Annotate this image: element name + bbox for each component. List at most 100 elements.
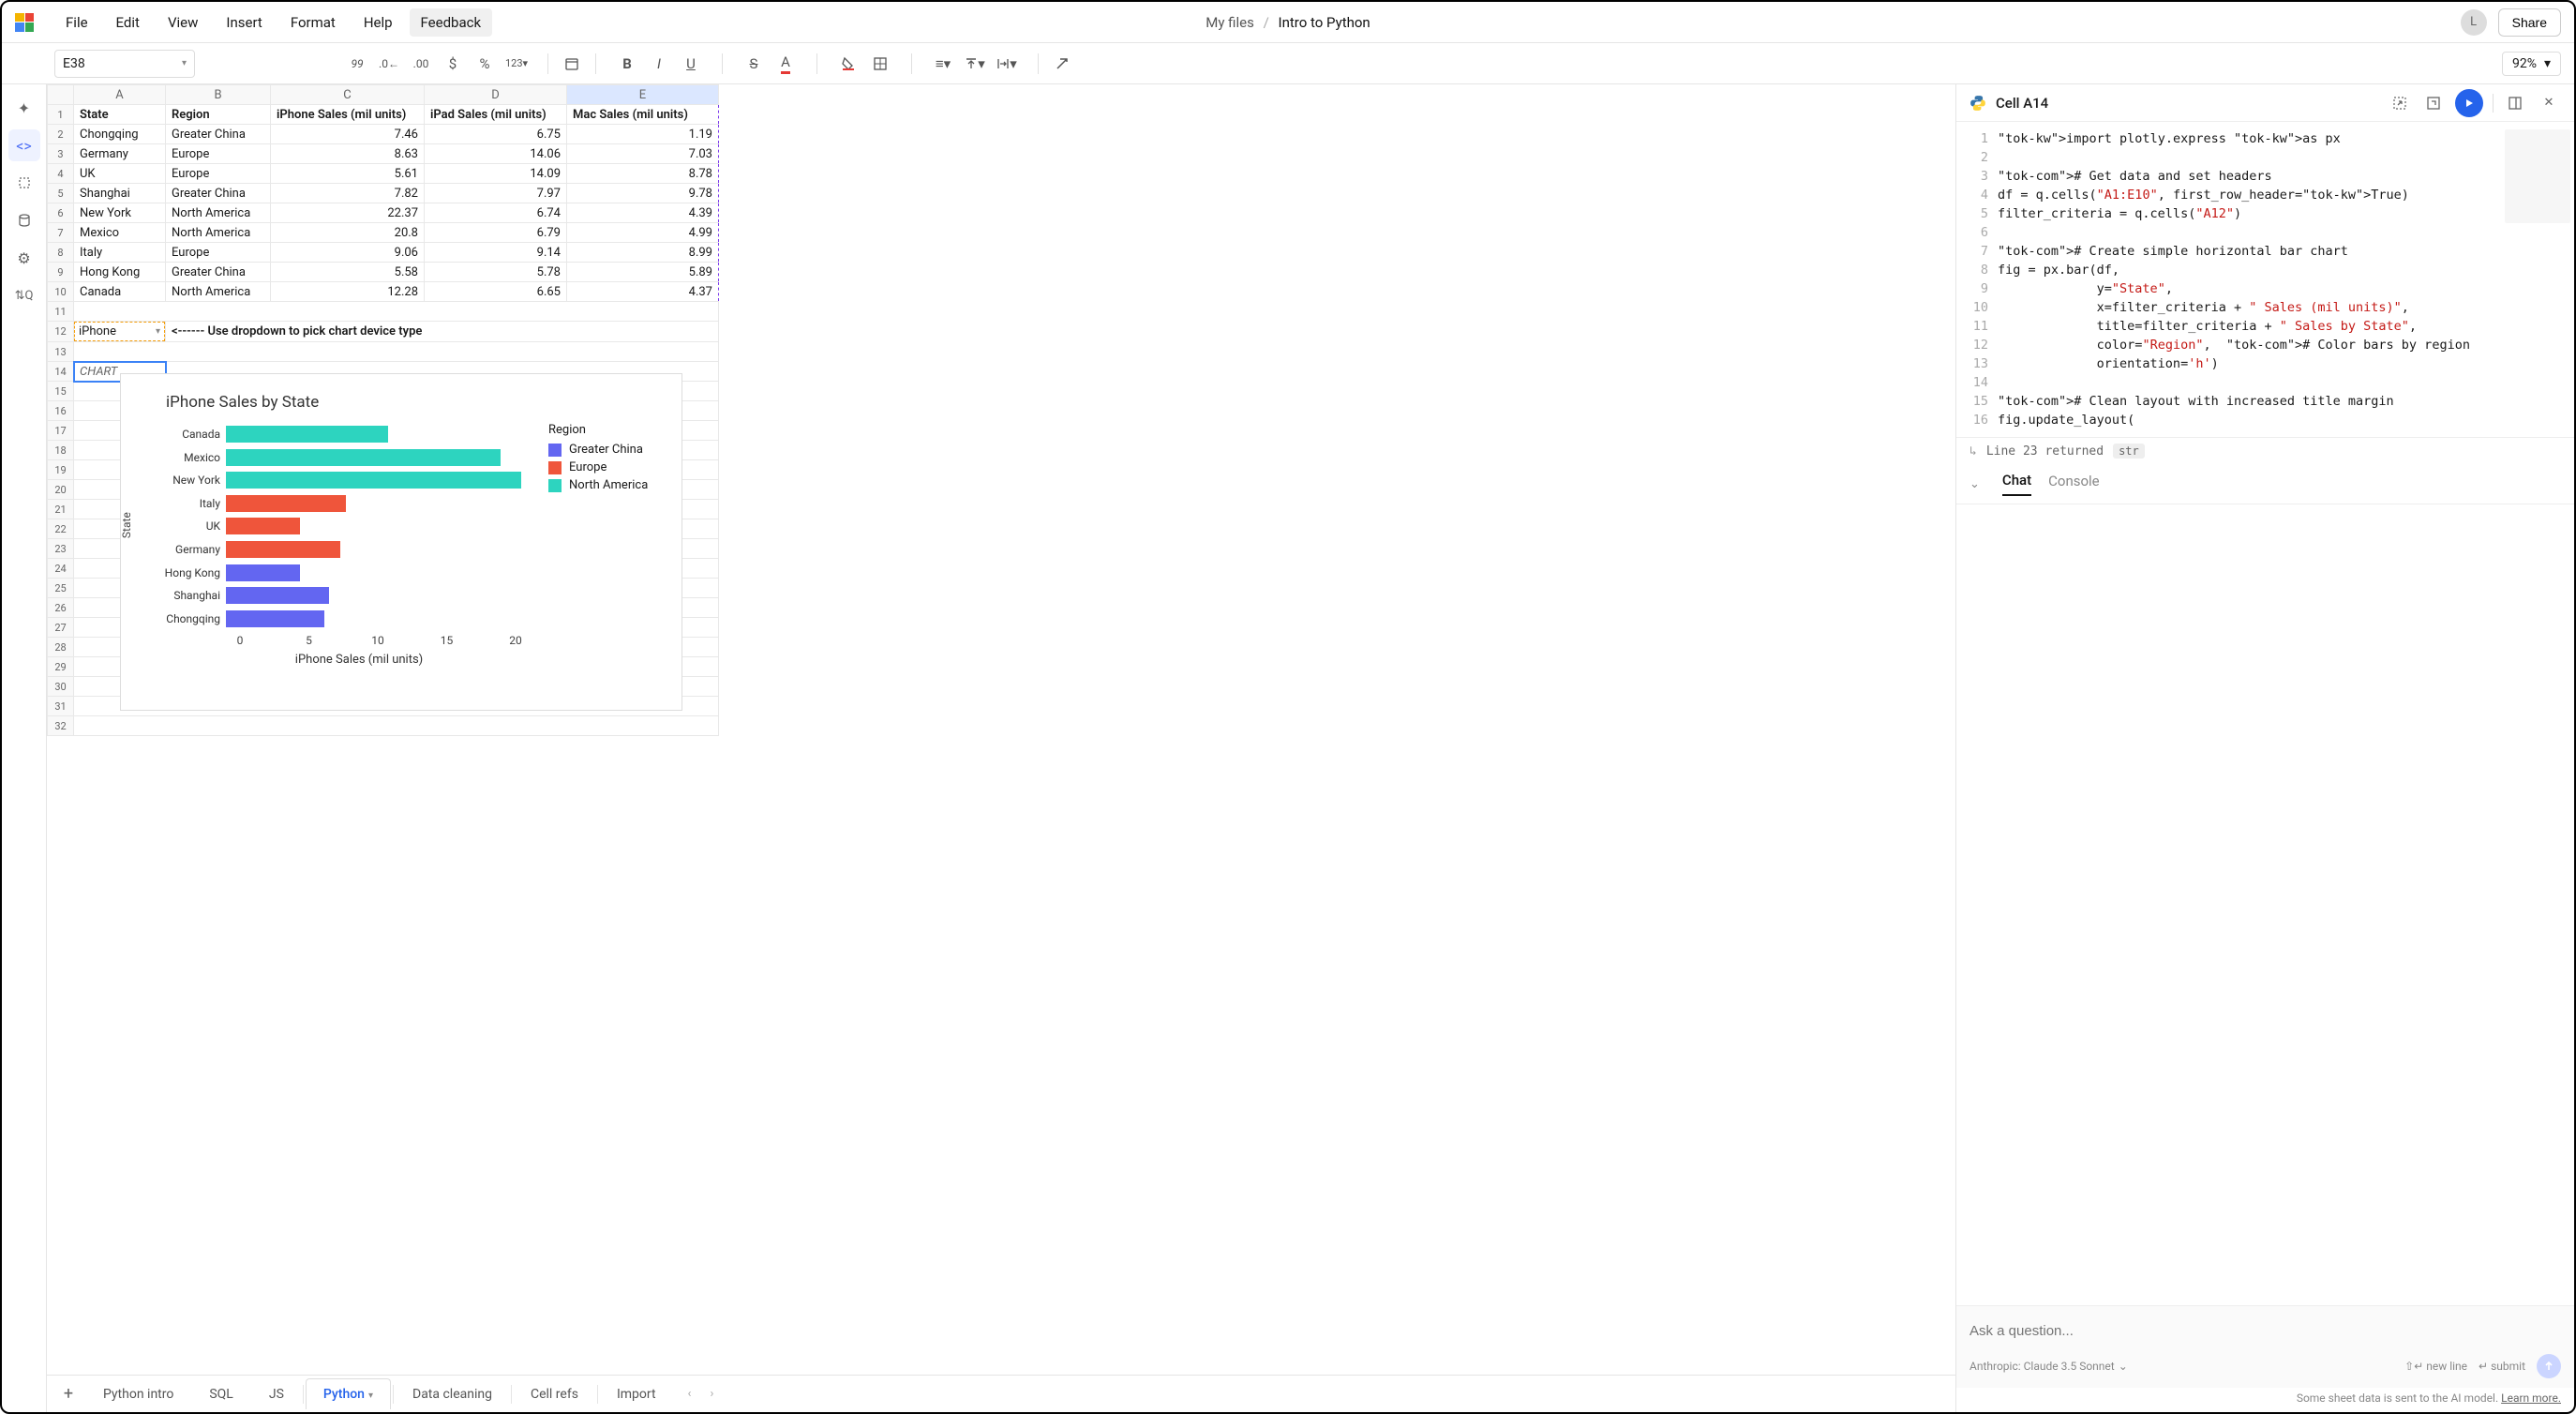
- device-dropdown[interactable]: iPhone▾: [74, 322, 165, 341]
- wrap-icon[interactable]: ▾: [991, 50, 1023, 78]
- data-cell[interactable]: 7.97: [425, 184, 567, 203]
- menu-view[interactable]: View: [157, 8, 209, 37]
- data-cell[interactable]: 20.8: [271, 223, 425, 243]
- row-header[interactable]: 2: [48, 125, 74, 144]
- menu-edit[interactable]: Edit: [105, 8, 151, 37]
- snap-icon[interactable]: [2388, 91, 2412, 115]
- date-icon[interactable]: [556, 50, 588, 78]
- tabs-prev-icon[interactable]: ‹: [681, 1383, 699, 1405]
- data-cell[interactable]: Shanghai: [74, 184, 166, 203]
- v-align-icon[interactable]: ▾: [959, 50, 991, 78]
- data-cell[interactable]: North America: [166, 282, 271, 302]
- data-cell[interactable]: North America: [166, 203, 271, 223]
- data-cell[interactable]: North America: [166, 223, 271, 243]
- popout-icon[interactable]: [2421, 91, 2446, 115]
- zoom-selector[interactable]: 92% ▾: [2502, 52, 2561, 76]
- data-cell[interactable]: 1.19: [567, 125, 719, 144]
- col-header-B[interactable]: B: [166, 85, 271, 105]
- data-cell[interactable]: Germany: [74, 144, 166, 164]
- data-cell[interactable]: 6.65: [425, 282, 567, 302]
- share-button[interactable]: Share: [2498, 8, 2561, 37]
- data-cell[interactable]: 12.28: [271, 282, 425, 302]
- data-cell[interactable]: 7.46: [271, 125, 425, 144]
- italic-icon[interactable]: I: [643, 50, 675, 78]
- data-cell[interactable]: Greater China: [166, 184, 271, 203]
- data-cell[interactable]: Chongqing: [74, 125, 166, 144]
- menu-file[interactable]: File: [54, 8, 99, 37]
- sheet-tab[interactable]: Python intro: [86, 1379, 190, 1409]
- row-header[interactable]: 6: [48, 203, 74, 223]
- data-cell[interactable]: 4.99: [567, 223, 719, 243]
- tab-console[interactable]: Console: [2048, 473, 2100, 495]
- text-color-icon[interactable]: A: [770, 50, 801, 78]
- select-icon[interactable]: [8, 167, 40, 199]
- layout-icon[interactable]: [2503, 91, 2527, 115]
- model-selector[interactable]: Anthropic: Claude 3.5 Sonnet ⌄: [1969, 1360, 2128, 1373]
- data-cell[interactable]: 4.37: [567, 282, 719, 302]
- header-cell[interactable]: State: [74, 105, 166, 125]
- row-header[interactable]: 10: [48, 282, 74, 302]
- data-cell[interactable]: UK: [74, 164, 166, 184]
- row-header[interactable]: 8: [48, 243, 74, 263]
- row-header[interactable]: 7: [48, 223, 74, 243]
- gear-icon[interactable]: ⚙: [8, 242, 40, 274]
- header-cell[interactable]: iPhone Sales (mil units): [271, 105, 425, 125]
- menu-help[interactable]: Help: [352, 8, 404, 37]
- data-cell[interactable]: 22.37: [271, 203, 425, 223]
- header-cell[interactable]: iPad Sales (mil units): [425, 105, 567, 125]
- h-align-icon[interactable]: ≡▾: [927, 50, 959, 78]
- cell-reference-input[interactable]: E38 ▾: [54, 50, 195, 78]
- code-icon[interactable]: <>: [8, 129, 40, 161]
- data-cell[interactable]: 6.74: [425, 203, 567, 223]
- data-cell[interactable]: 9.14: [425, 243, 567, 263]
- row-header[interactable]: 5: [48, 184, 74, 203]
- data-cell[interactable]: 5.58: [271, 263, 425, 282]
- data-cell[interactable]: 5.78: [425, 263, 567, 282]
- underline-icon[interactable]: U: [675, 50, 707, 78]
- menu-feedback[interactable]: Feedback: [410, 8, 493, 37]
- currency-icon[interactable]: $: [437, 50, 469, 78]
- close-icon[interactable]: ✕: [2537, 91, 2561, 115]
- format-auto-icon[interactable]: 99: [341, 50, 373, 78]
- send-button[interactable]: [2537, 1354, 2561, 1378]
- menu-format[interactable]: Format: [279, 8, 347, 37]
- data-cell[interactable]: 7.82: [271, 184, 425, 203]
- learn-more-link[interactable]: Learn more.: [2501, 1391, 2561, 1405]
- data-cell[interactable]: New York: [74, 203, 166, 223]
- strikethrough-icon[interactable]: S: [738, 50, 770, 78]
- row-header[interactable]: 4: [48, 164, 74, 184]
- data-cell[interactable]: 14.09: [425, 164, 567, 184]
- percent-icon[interactable]: %: [469, 50, 501, 78]
- database-icon[interactable]: [8, 204, 40, 236]
- data-cell[interactable]: Italy: [74, 243, 166, 263]
- add-sheet-button[interactable]: +: [54, 1380, 82, 1408]
- data-cell[interactable]: 5.61: [271, 164, 425, 184]
- sheet-tab[interactable]: Import: [600, 1379, 673, 1409]
- col-header-C[interactable]: C: [271, 85, 425, 105]
- user-avatar[interactable]: L: [2461, 9, 2487, 36]
- chat-input[interactable]: [1969, 1316, 2561, 1346]
- row-header[interactable]: 9: [48, 263, 74, 282]
- code-minimap[interactable]: [2505, 129, 2570, 223]
- sheet-tab[interactable]: JS: [252, 1379, 301, 1409]
- data-cell[interactable]: 9.78: [567, 184, 719, 203]
- sheet-tab[interactable]: Data cleaning: [396, 1379, 509, 1409]
- number-format-icon[interactable]: 123▾: [501, 50, 532, 78]
- data-cell[interactable]: Europe: [166, 243, 271, 263]
- data-cell[interactable]: Hong Kong: [74, 263, 166, 282]
- col-header-A[interactable]: A: [74, 85, 166, 105]
- data-cell[interactable]: Mexico: [74, 223, 166, 243]
- data-cell[interactable]: 4.39: [567, 203, 719, 223]
- breadcrumb-parent[interactable]: My files: [1206, 14, 1254, 31]
- data-cell[interactable]: 5.89: [567, 263, 719, 282]
- header-cell[interactable]: Mac Sales (mil units): [567, 105, 719, 125]
- data-cell[interactable]: Europe: [166, 144, 271, 164]
- decrease-decimal-icon[interactable]: .0←: [373, 50, 405, 78]
- bold-icon[interactable]: B: [611, 50, 643, 78]
- row-header[interactable]: 1: [48, 105, 74, 125]
- sheet-tab[interactable]: Cell refs: [514, 1379, 595, 1409]
- data-cell[interactable]: 8.78: [567, 164, 719, 184]
- data-cell[interactable]: 7.03: [567, 144, 719, 164]
- app-logo-icon[interactable]: [15, 13, 34, 32]
- data-cell[interactable]: 6.75: [425, 125, 567, 144]
